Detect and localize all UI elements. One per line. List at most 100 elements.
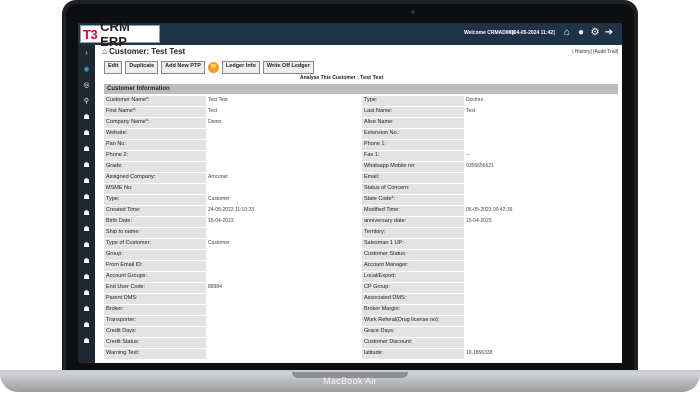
- eye-icon[interactable]: ◎: [78, 77, 95, 93]
- users-icon[interactable]: ●: [576, 27, 586, 39]
- camera-icon: [411, 10, 415, 14]
- sidebar-item-icon-11[interactable]: ☗: [78, 269, 95, 285]
- table-row: Type: Customer State Code*:: [104, 195, 618, 206]
- field-label: Email:: [362, 173, 464, 183]
- field-value: [464, 261, 618, 271]
- field-label: Created Time:: [104, 206, 206, 216]
- analyse-customer: Analyse This Customer : Test Test: [300, 75, 383, 81]
- sidebar-item-icon-7[interactable]: ☗: [78, 205, 95, 221]
- sidebar-item-icon-15[interactable]: ☗: [78, 333, 95, 349]
- field-value: 9356656621: [464, 162, 618, 172]
- screen: T3 CRM ERP Welcome CRMADMIN [04-05-2024 …: [78, 23, 622, 363]
- field-label: First Name*:: [104, 107, 206, 117]
- field-label: Transporter:: [104, 316, 206, 326]
- field-value: [464, 195, 618, 205]
- expand-icon[interactable]: ›: [78, 45, 95, 61]
- field-value: 15-04-2023: [206, 217, 362, 227]
- field-label: Account Manager:: [362, 261, 464, 271]
- field-value: [464, 272, 618, 282]
- field-value: [464, 338, 618, 348]
- field-value: [206, 305, 362, 315]
- sidebar-item-icon-12[interactable]: ☗: [78, 285, 95, 301]
- field-value: Test: [206, 107, 362, 117]
- field-value: [464, 239, 618, 249]
- sidebar-item-icon-5[interactable]: ☗: [78, 173, 95, 189]
- field-label: Grace Days:: [362, 327, 464, 337]
- sidebar-item-icon-8[interactable]: ☗: [78, 221, 95, 237]
- field-label: Ship to name:: [104, 228, 206, 238]
- duplicate-button[interactable]: Duplicate: [125, 60, 159, 74]
- field-label: Assigned Company:: [104, 173, 206, 183]
- field-value: [464, 118, 618, 128]
- edit-button[interactable]: Edit: [104, 60, 123, 74]
- field-value: [464, 184, 618, 194]
- field-label: Extension No.:: [362, 129, 464, 139]
- field-value: [206, 140, 362, 150]
- field-label: Territory:: [362, 228, 464, 238]
- field-label: Pan No:: [104, 140, 206, 150]
- home-icon[interactable]: ⌂: [562, 27, 572, 39]
- write-off-ledger-button[interactable]: Write Off Ledger: [262, 60, 314, 74]
- field-label: Credit Days:: [104, 327, 206, 337]
- sidebar-item-icon-4[interactable]: ☗: [78, 157, 95, 173]
- sidebar-item-icon-10[interactable]: ☗: [78, 253, 95, 269]
- field-value: [206, 228, 362, 238]
- field-value: [206, 327, 362, 337]
- field-label: Last Name:: [362, 107, 464, 117]
- field-label: Fax 1:: [362, 151, 464, 161]
- table-row: From Email ID: Account Manager:: [104, 261, 618, 272]
- top-bar: T3 CRM ERP Welcome CRMADMIN [04-05-2024 …: [78, 23, 622, 49]
- field-label: Company Name*:: [104, 118, 206, 128]
- sidebar-item-icon-6[interactable]: ☗: [78, 189, 95, 205]
- field-value: Test Test: [206, 96, 362, 106]
- table-row: End User Code: 88984 CP Group:: [104, 283, 618, 294]
- ledger-info-button[interactable]: Ledger Info: [221, 60, 260, 74]
- field-label: From Email ID:: [104, 261, 206, 271]
- field-value: [464, 327, 618, 337]
- search-person-icon[interactable]: ◉: [78, 61, 95, 77]
- sidebar-item-icon-14[interactable]: ☗: [78, 317, 95, 333]
- field-label: Broker Margin:: [362, 305, 464, 315]
- field-value: [206, 250, 362, 260]
- field-label: Broker:: [104, 305, 206, 315]
- field-label: Customer Discount:: [362, 338, 464, 348]
- field-value: 19.1856338: [464, 349, 618, 359]
- top-icons: ⌂ ● ⚙ ➜: [562, 27, 614, 39]
- table-row: Created Time: 24-08-2022 11:10:23 Modified…: [104, 206, 618, 217]
- sidebar-item-icon-2[interactable]: ☗: [78, 125, 95, 141]
- mail-icon[interactable]: ✉: [207, 61, 219, 73]
- field-value: [464, 173, 618, 183]
- gear-icon[interactable]: ⚙: [590, 27, 600, 39]
- search-icon[interactable]: ⚲: [78, 93, 95, 109]
- field-label: Status of Concern:: [362, 184, 464, 194]
- app-logo[interactable]: T3 CRM ERP: [80, 23, 160, 49]
- field-value: [206, 184, 362, 194]
- table-row: Assigned Company: Amconet Email:: [104, 173, 618, 184]
- field-label: Parent DMS:: [104, 294, 206, 304]
- sidebar-item-icon-9[interactable]: ☗: [78, 237, 95, 253]
- analyse-value[interactable]: Test Test: [360, 75, 383, 81]
- logout-icon[interactable]: ➜: [604, 27, 614, 39]
- section-header: Customer Information: [104, 84, 618, 94]
- analyse-label: Analyse This Customer :: [300, 75, 359, 81]
- field-value: Test: [464, 107, 618, 117]
- table-row: Credit Status: Customer Discount:: [104, 338, 618, 349]
- field-label: End User Code:: [104, 283, 206, 293]
- table-row: Grade: Whatsapp Mobile no: 9356656621: [104, 162, 618, 173]
- table-row: Pan No: Phone 1:: [104, 140, 618, 151]
- field-label: Grade:: [104, 162, 206, 172]
- sidebar-item-icon-13[interactable]: ☗: [78, 301, 95, 317]
- table-row: Credit Days: Grace Days:: [104, 327, 618, 338]
- field-label: Type:: [362, 96, 464, 106]
- history-audit-links[interactable]: | History| |Audit Trail|: [572, 49, 618, 55]
- field-value: [464, 129, 618, 139]
- field-value: [206, 316, 362, 326]
- table-row: Website: Extension No.:: [104, 129, 618, 140]
- field-label: CP Group:: [362, 283, 464, 293]
- customer-info-grid: Customer Name*: Test Test Type: Doctors Firs…: [104, 96, 618, 360]
- field-label: Warning Text:: [104, 349, 206, 359]
- table-row: MSME No: Status of Concern:: [104, 184, 618, 195]
- add-ptp-button[interactable]: Add New PTP: [161, 60, 205, 74]
- sidebar-item-icon-3[interactable]: ☗: [78, 141, 95, 157]
- sidebar-item-icon-1[interactable]: ☗: [78, 109, 95, 125]
